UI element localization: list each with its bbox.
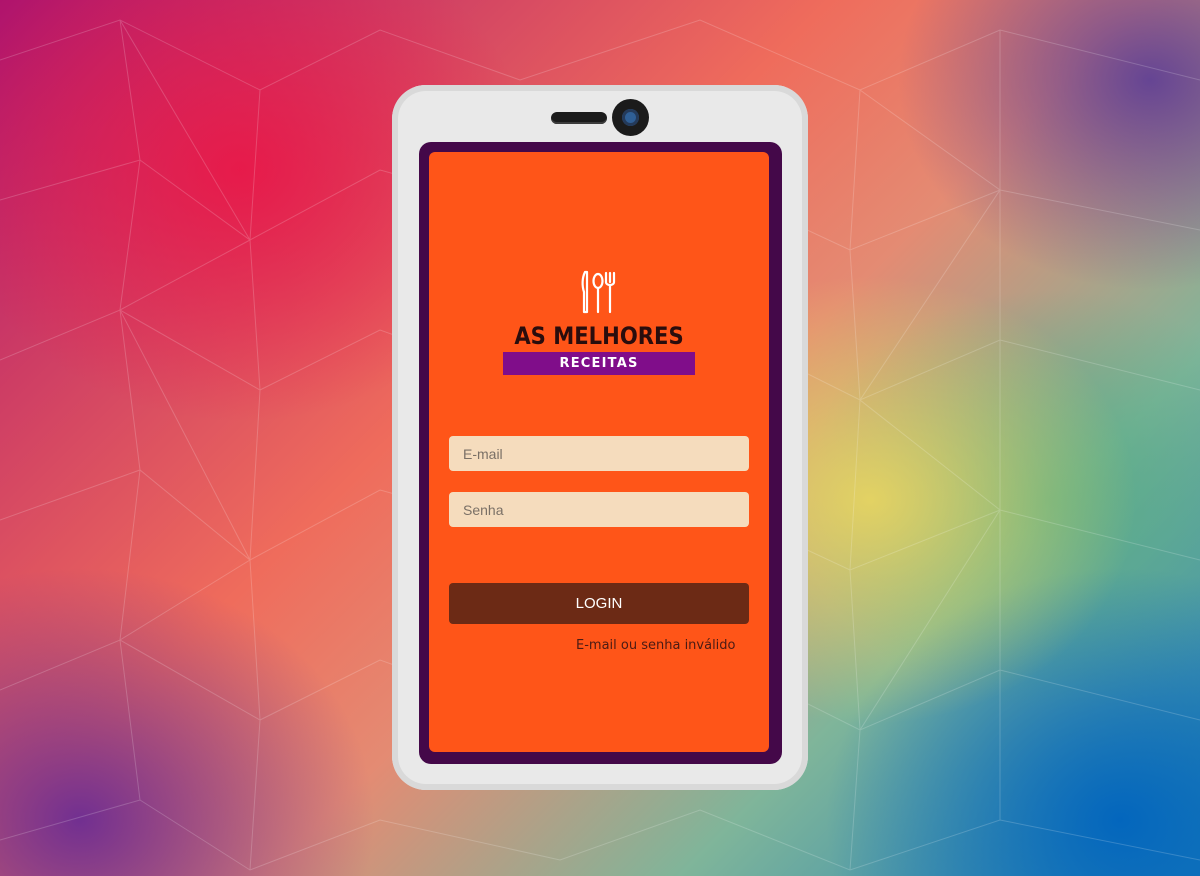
login-button[interactable]: LOGIN xyxy=(449,583,749,624)
brand-title: AS MELHORES xyxy=(514,322,684,350)
utensils-icon xyxy=(581,270,616,314)
phone-speaker xyxy=(551,112,607,124)
app-screen: AS MELHORES RECEITAS LOGIN E-mail ou sen… xyxy=(429,152,769,752)
error-message: E-mail ou senha inválido xyxy=(576,638,736,653)
phone-mockup: AS MELHORES RECEITAS LOGIN E-mail ou sen… xyxy=(392,85,808,790)
brand-subtitle: RECEITAS xyxy=(503,352,695,375)
phone-camera xyxy=(612,99,649,136)
password-input[interactable] xyxy=(449,492,749,527)
phone-screen-frame: AS MELHORES RECEITAS LOGIN E-mail ou sen… xyxy=(419,142,782,764)
email-input[interactable] xyxy=(449,436,749,471)
brand-logo: AS MELHORES RECEITAS xyxy=(429,270,769,375)
